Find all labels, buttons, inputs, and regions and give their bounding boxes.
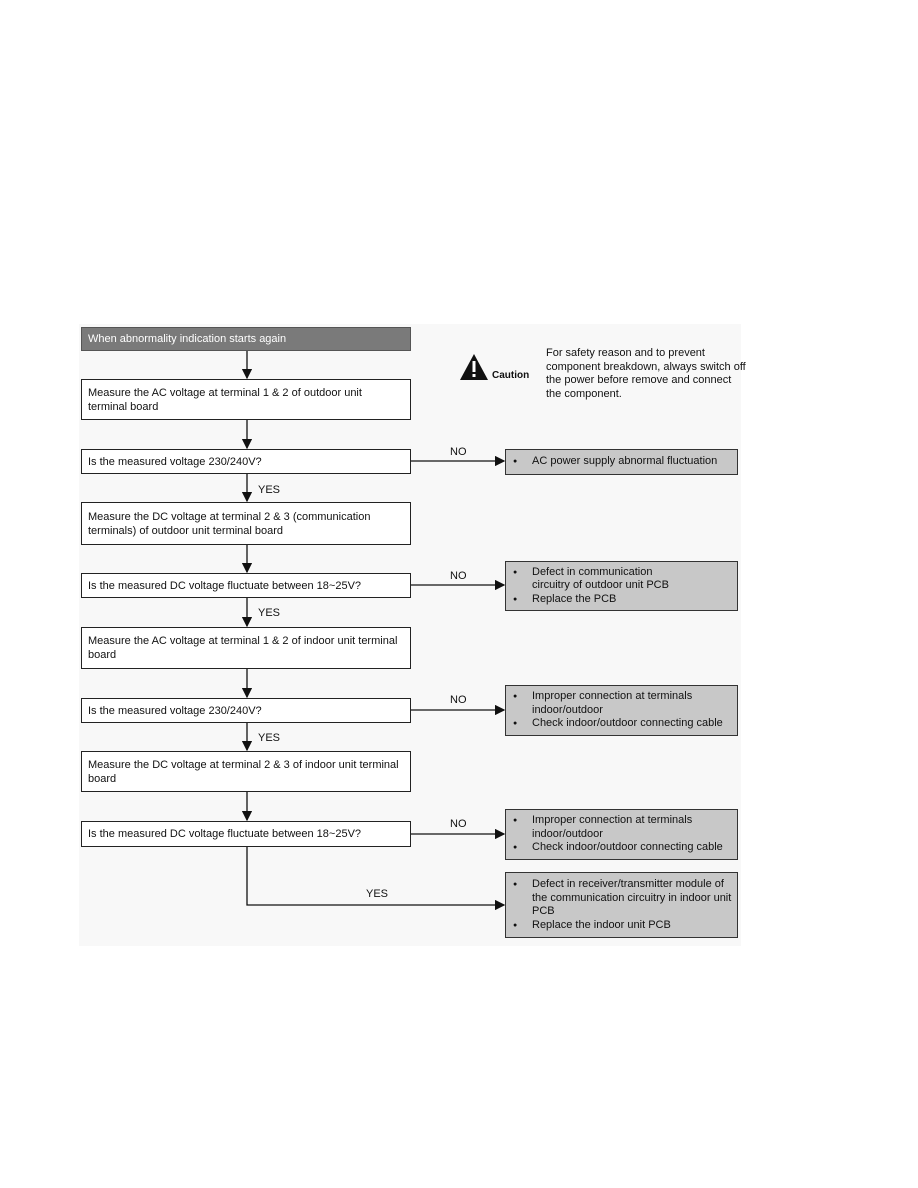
result-item: Defect in communication circuitry of out…: [510, 566, 692, 593]
yes-label: YES: [258, 732, 281, 744]
caution-text: For safety reason and to prevent compone…: [546, 347, 746, 400]
step-box: Measure the DC voltage at terminal 2 & 3…: [81, 751, 411, 792]
result-box: Defect in receiver/transmitter module of…: [505, 872, 738, 938]
result-box: Improper connection at terminals indoor/…: [505, 809, 738, 860]
question-box: Is the measured DC voltage fluctuate bet…: [81, 573, 411, 598]
result-item: AC power supply abnormal fluctuation: [510, 455, 717, 469]
no-label: NO: [450, 446, 467, 458]
question-box: Is the measured voltage 230/240V?: [81, 698, 411, 723]
result-item: Replace the PCB: [510, 593, 692, 607]
start-box: When abnormality indication starts again: [81, 327, 411, 351]
no-label: NO: [450, 818, 467, 830]
step-box: Measure the DC voltage at terminal 2 & 3…: [81, 502, 411, 545]
no-label: NO: [450, 694, 467, 706]
result-box: Defect in communication circuitry of out…: [505, 561, 738, 611]
caution-label: Caution: [492, 370, 530, 381]
question-box: Is the measured DC voltage fluctuate bet…: [81, 821, 411, 847]
result-item: Replace the indoor unit PCB: [510, 919, 733, 933]
step-box: Measure the AC voltage at terminal 1 & 2…: [81, 627, 411, 669]
yes-label: YES: [366, 888, 389, 900]
result-item: Improper connection at terminals indoor/…: [510, 814, 702, 841]
step-box: Measure the AC voltage at terminal 1 & 2…: [81, 379, 411, 420]
result-item: Check indoor/outdoor connecting cable: [510, 717, 723, 731]
question-box: Is the measured voltage 230/240V?: [81, 449, 411, 474]
yes-label: YES: [258, 484, 281, 496]
result-box: Improper connection at terminals indoor/…: [505, 685, 738, 736]
result-item: Defect in receiver/transmitter module of…: [510, 878, 733, 919]
yes-label: YES: [258, 607, 281, 619]
result-item: Check indoor/outdoor connecting cable: [510, 841, 723, 855]
result-item: Improper connection at terminals indoor/…: [510, 690, 702, 717]
no-label: NO: [450, 570, 467, 582]
flowchart-page: When abnormality indication starts again…: [0, 0, 918, 1188]
warning-triangle-icon: [460, 354, 488, 380]
result-box: AC power supply abnormal fluctuation: [505, 449, 738, 475]
